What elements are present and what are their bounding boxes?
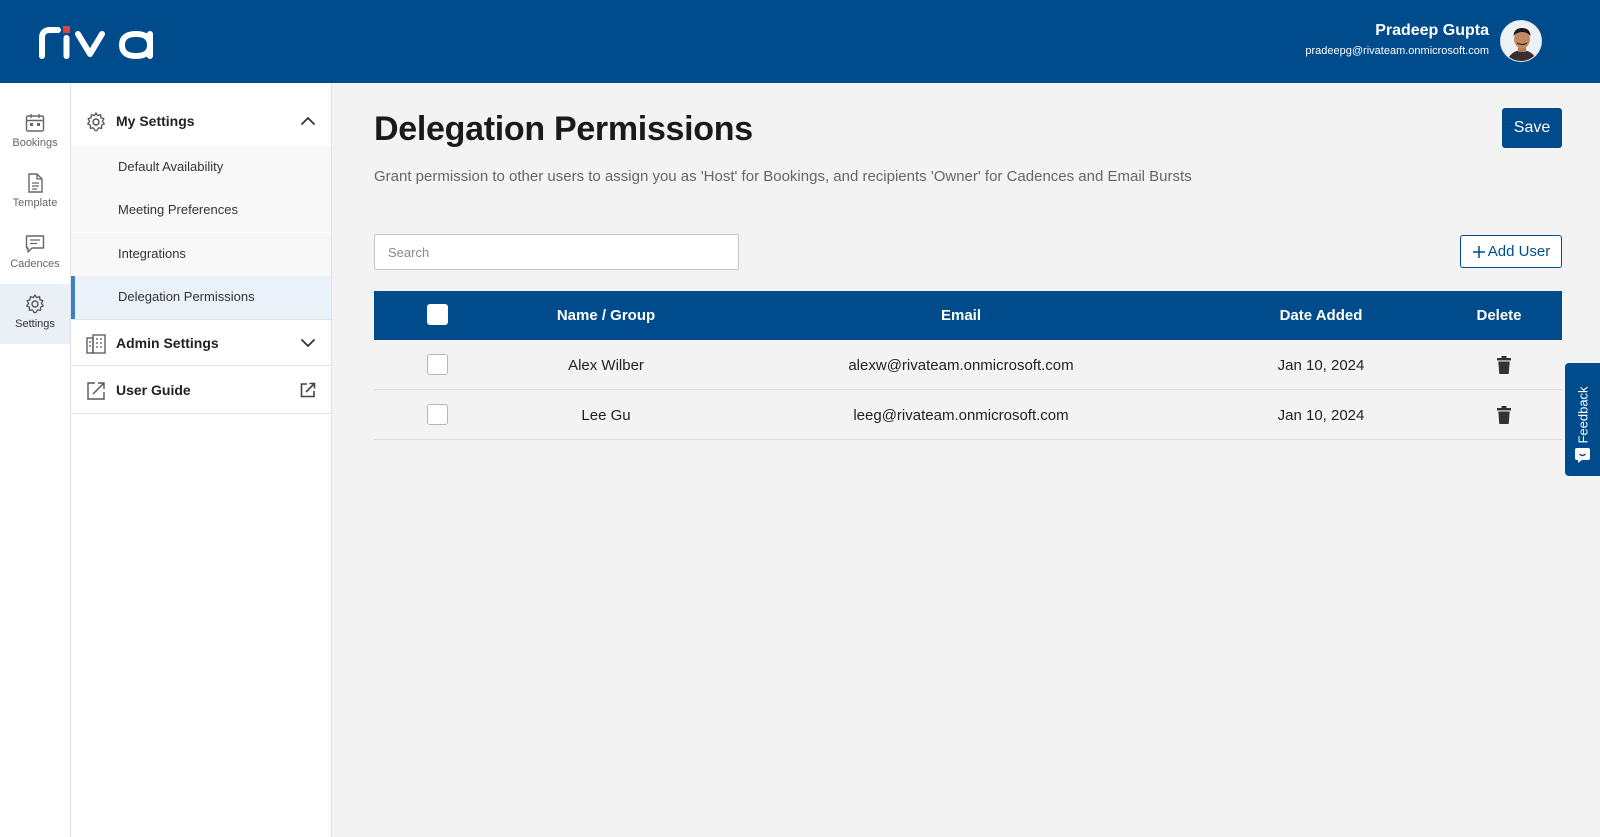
row-date-added: Jan 10, 2024 [1277,357,1365,374]
admin-settings-section[interactable]: Admin Settings [71,319,331,366]
sidebar-item-delegation-permissions[interactable]: Delegation Permissions [71,276,331,319]
user-guide-section[interactable]: User Guide [71,367,331,414]
row-email: leeg@rivateam.onmicrosoft.com [853,407,1069,424]
row-checkbox[interactable] [427,404,448,425]
sidebar-item-meeting-preferences[interactable]: Meeting Preferences [71,189,331,232]
row-date-added: Jan 10, 2024 [1277,407,1365,424]
table-row: Lee Gu leeg@rivateam.onmicrosoft.com Jan… [374,390,1562,440]
trash-icon[interactable] [1496,356,1512,374]
gear-icon [26,294,44,314]
rail-label: Bookings [12,137,58,149]
plus-icon [1472,245,1485,258]
row-checkbox[interactable] [427,354,448,375]
row-email: alexw@rivateam.onmicrosoft.com [848,357,1074,374]
my-settings-label: My Settings [116,113,195,129]
sidebar-item-label: Delegation Permissions [118,289,255,304]
column-header-name[interactable]: Name / Group [526,307,686,324]
message-icon [25,235,45,253]
user-guide-label: User Guide [116,382,191,398]
row-name: Lee Gu [581,407,631,424]
rail-label: Cadences [10,258,60,270]
trash-icon[interactable] [1496,406,1512,424]
rail-item-settings[interactable]: Settings [0,284,70,344]
sidebar-item-label: Meeting Preferences [118,202,238,217]
building-icon [86,334,106,354]
feedback-icon [1575,448,1590,463]
external-link-icon [87,382,105,400]
gear-icon [87,112,105,132]
rail-item-bookings[interactable]: Bookings [0,103,70,163]
rail-label: Settings [15,318,55,330]
settings-sidebar: My Settings Default Availability Meeting… [71,83,332,837]
sidebar-item-label: Integrations [118,246,186,261]
riva-logo[interactable] [38,22,156,62]
open-new-window-icon[interactable] [299,381,317,399]
search-input[interactable] [374,234,739,270]
user-email: pradeepg@rivateam.onmicrosoft.com [1305,45,1489,57]
feedback-label: Feedback [1575,386,1591,444]
add-user-button[interactable]: Add User [1460,235,1562,268]
admin-settings-label: Admin Settings [116,335,219,351]
chevron-up-icon[interactable] [299,112,317,130]
sidebar-item-label: Default Availability [118,159,224,174]
column-header-delete: Delete [1476,307,1522,324]
icon-rail: Bookings Template Cadences Settings [0,83,71,837]
calendar-icon [25,114,45,132]
rail-label: Template [12,197,58,209]
chevron-down-icon[interactable] [299,334,317,352]
select-all-checkbox[interactable] [427,304,448,325]
document-icon [28,173,43,193]
rail-item-template[interactable]: Template [0,163,70,223]
page-subtitle: Grant permission to other users to assig… [374,168,1192,185]
avatar[interactable] [1500,20,1542,62]
top-header: Pradeep Gupta pradeepg@rivateam.onmicros… [0,0,1600,83]
column-header-email[interactable]: Email [861,307,1061,324]
add-user-label: Add User [1487,243,1551,260]
rail-item-cadences[interactable]: Cadences [0,224,70,284]
my-settings-section[interactable]: My Settings [71,98,331,145]
sidebar-item-integrations[interactable]: Integrations [71,233,331,276]
column-header-date-added[interactable]: Date Added [1246,307,1396,324]
table-row: Alex Wilber alexw@rivateam.onmicrosoft.c… [374,340,1562,390]
sidebar-item-default-availability[interactable]: Default Availability [71,146,331,189]
row-name: Alex Wilber [568,357,644,374]
table-header: Name / Group Email Date Added Delete [374,291,1562,340]
feedback-tab[interactable]: Feedback [1565,363,1600,476]
user-name: Pradeep Gupta [1375,22,1489,39]
save-button[interactable]: Save [1502,108,1562,148]
page-title: Delegation Permissions [374,110,753,148]
